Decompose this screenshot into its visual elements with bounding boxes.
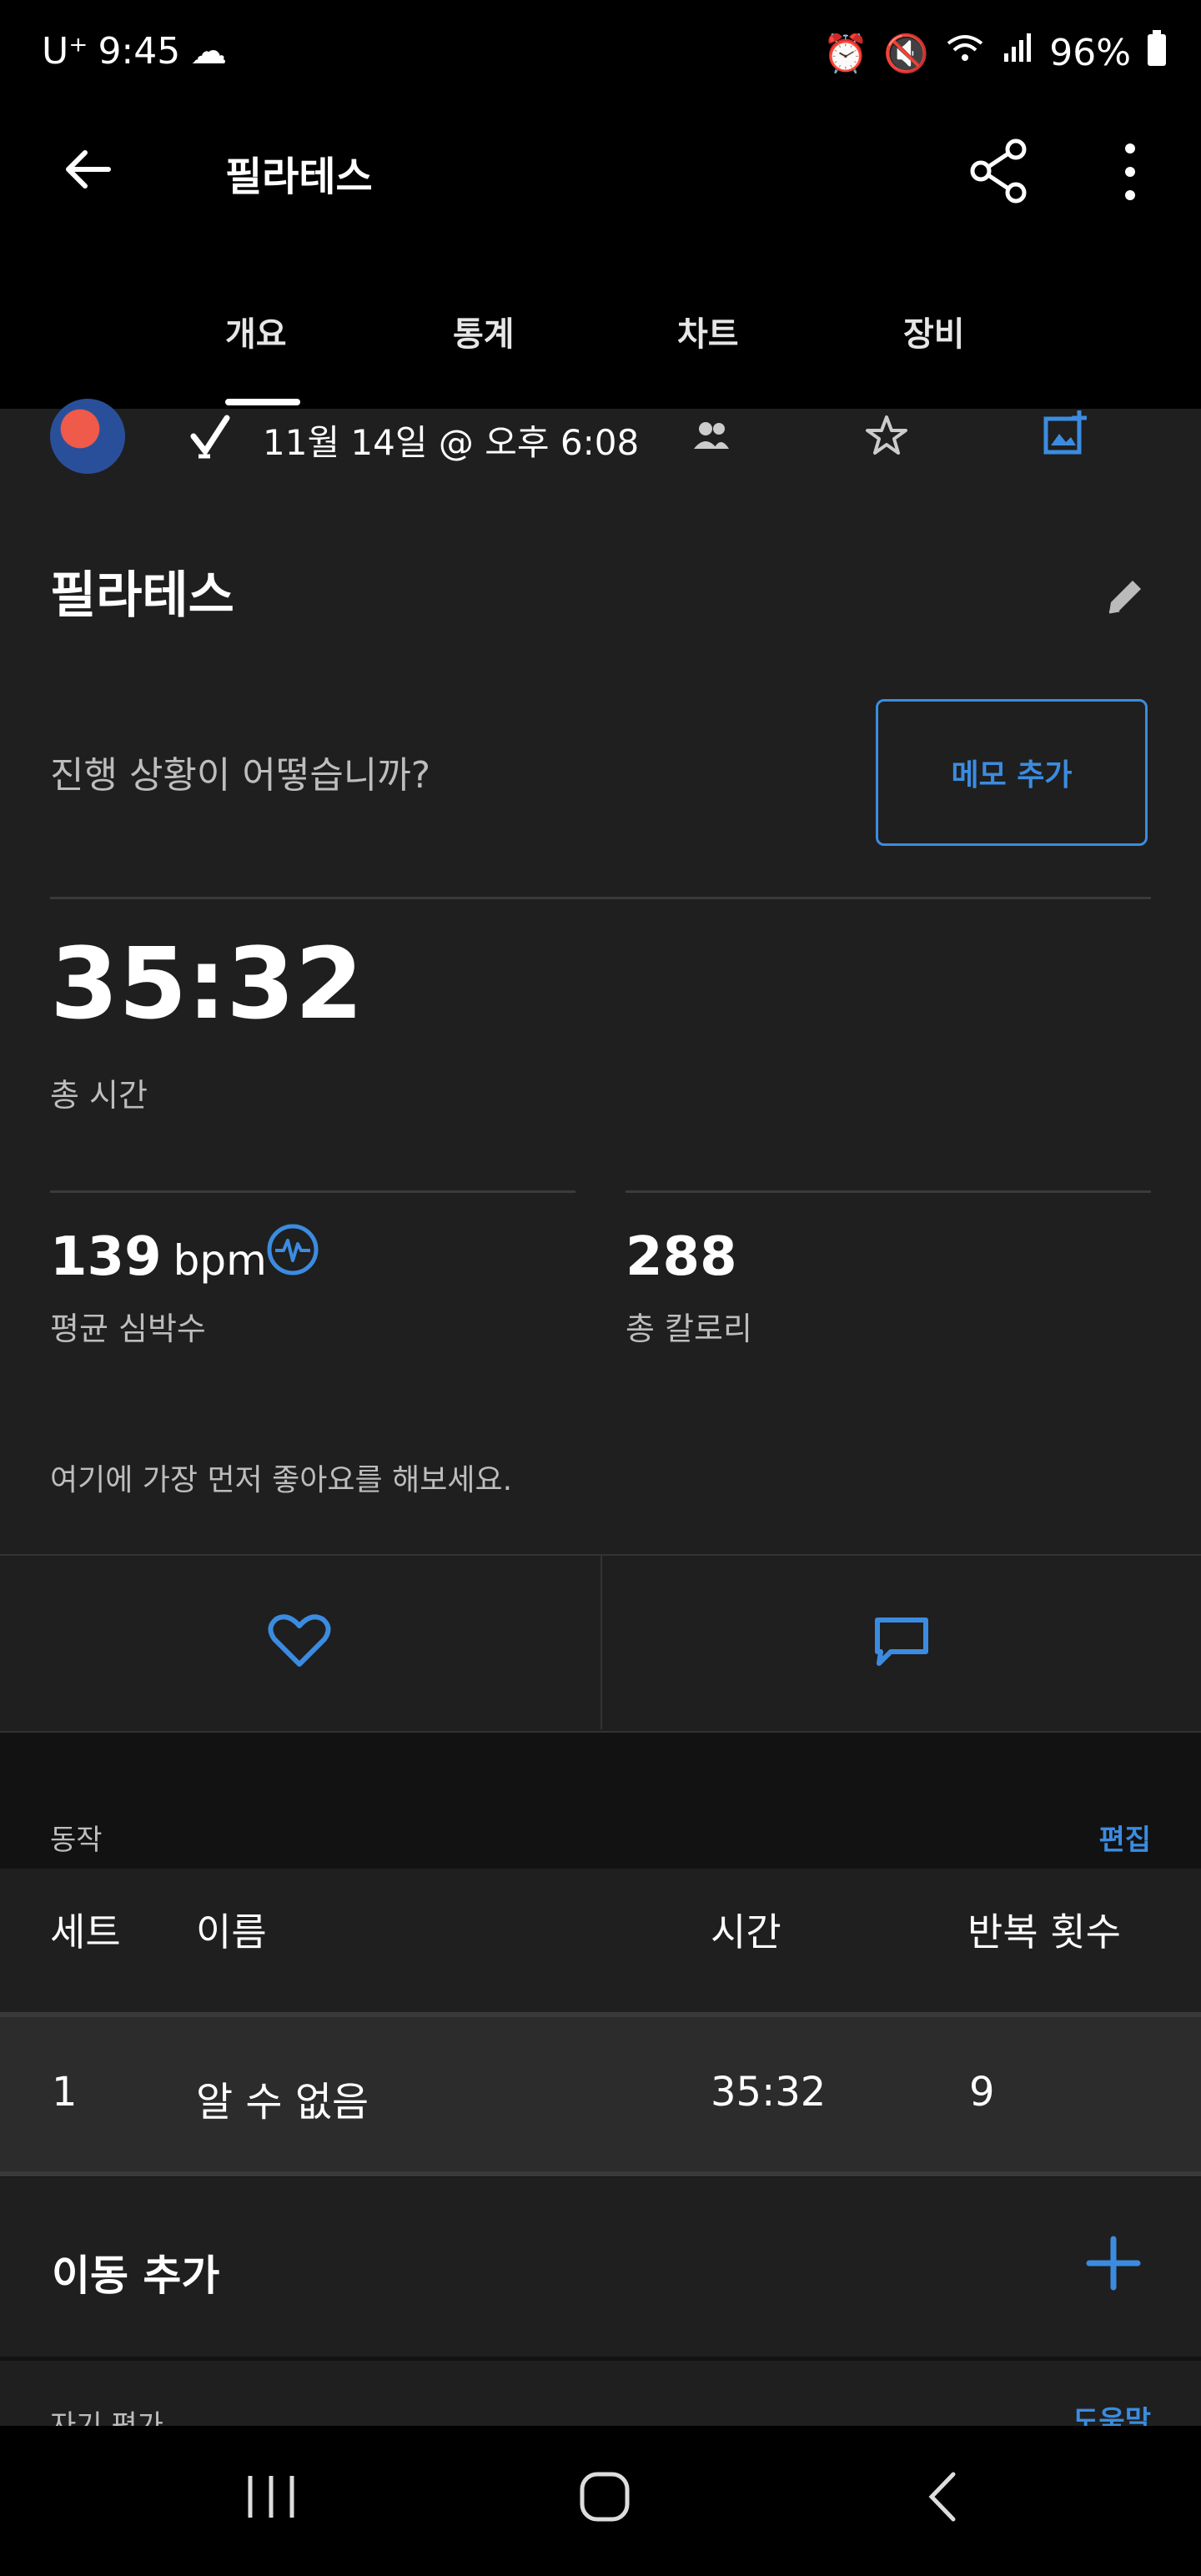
heart-rate-stat: 139 bpm: [50, 1226, 267, 1288]
tab-equipment[interactable]: 장비: [903, 307, 965, 355]
self-evaluation-section: 자기 평가 도움말: [0, 2361, 1201, 2428]
back-arrow-icon[interactable]: [58, 140, 117, 202]
column-set: 세트: [50, 1909, 121, 1955]
activity-date: 11월 14일 @ 오후 6:08: [263, 422, 640, 463]
plus-icon[interactable]: [1084, 2234, 1143, 2296]
add-memo-button[interactable]: 메모 추가: [876, 699, 1148, 846]
heart-rate-label: 평균 심박수: [50, 1311, 206, 1347]
avatar[interactable]: [50, 399, 125, 474]
divider: [0, 2171, 1201, 2176]
total-time-value: 35:32: [50, 926, 364, 1041]
tab-charts[interactable]: 차트: [677, 307, 739, 355]
page-title: 필라테스: [225, 153, 373, 200]
moves-table-header: 세트 이름 시간 반복 횟수: [0, 1869, 1201, 2015]
people-icon[interactable]: [692, 419, 731, 455]
battery-level: 96%: [1049, 32, 1131, 74]
total-time-label: 총 시간: [50, 1077, 148, 1114]
add-move-row[interactable]: 이동 추가: [0, 2177, 1201, 2357]
battery-icon: [1146, 30, 1168, 76]
check-icon: [190, 413, 232, 466]
divider: [50, 1190, 575, 1193]
alarm-icon: ⏰: [822, 32, 869, 75]
like-button[interactable]: [0, 1556, 599, 1728]
comment-button[interactable]: [602, 1556, 1201, 1728]
help-link[interactable]: 도움말: [1073, 2398, 1151, 2428]
column-reps: 반복 횟수: [967, 1909, 1121, 1955]
divider: [50, 897, 1151, 899]
column-time: 시간: [711, 1909, 781, 1955]
more-vert-icon[interactable]: [1118, 140, 1143, 207]
calories-label: 총 칼로리: [626, 1311, 752, 1347]
edit-pencil-icon[interactable]: [1103, 574, 1148, 622]
calories-value: 288: [626, 1226, 737, 1288]
heart-rate-icon[interactable]: [265, 1222, 320, 1280]
cloud-icon: ☁: [190, 30, 228, 73]
progress-prompt: 진행 상황이 어떻습니까?: [50, 754, 431, 797]
carrier-label: U⁺: [42, 30, 88, 73]
column-name: 이름: [196, 1909, 267, 1955]
heart-icon: [268, 1614, 331, 1667]
add-photo-icon[interactable]: [1043, 409, 1089, 459]
row-time: 35:32: [711, 2069, 827, 2116]
active-tab-indicator: [225, 399, 300, 405]
back-nav-icon[interactable]: [922, 2468, 963, 2529]
status-time: 9:45: [98, 30, 181, 73]
home-icon[interactable]: [575, 2468, 634, 2529]
add-move-label: 이동 추가: [52, 2251, 220, 2300]
heart-rate-value: 139: [50, 1226, 162, 1288]
comment-icon: [875, 1618, 928, 1666]
status-left: U⁺ 9:45 ☁: [42, 30, 227, 73]
system-nav-bar: [0, 2426, 1201, 2576]
workout-title: 필라테스: [50, 566, 234, 625]
wifi-icon: [944, 32, 986, 74]
recent-apps-icon[interactable]: [242, 2468, 300, 2529]
status-right: ⏰ 🔇 96%: [823, 30, 1168, 76]
row-set: 1: [52, 2069, 78, 2116]
row-name: 알 수 없음: [196, 2079, 369, 2126]
mute-icon: 🔇: [883, 32, 930, 75]
self-evaluation-label: 자기 평가: [50, 2409, 163, 2428]
tab-overview[interactable]: 개요: [225, 307, 287, 355]
share-icon[interactable]: [967, 138, 1031, 208]
status-bar: U⁺ 9:45 ☁ ⏰ 🔇 96%: [0, 0, 1201, 108]
table-row[interactable]: 1 알 수 없음 35:32 9: [0, 2017, 1201, 2171]
heart-rate-unit: bpm: [173, 1236, 267, 1285]
signal-icon: [1001, 32, 1034, 74]
divider: [626, 1190, 1151, 1193]
like-hint: 여기에 가장 먼저 좋아요를 해보세요.: [50, 1463, 513, 1497]
row-reps: 9: [969, 2069, 995, 2116]
edit-moves-link[interactable]: 편집: [1098, 1817, 1151, 1858]
star-icon[interactable]: [865, 414, 908, 460]
moves-section-label: 동작: [50, 1824, 103, 1857]
tab-statistics[interactable]: 통계: [453, 307, 515, 355]
